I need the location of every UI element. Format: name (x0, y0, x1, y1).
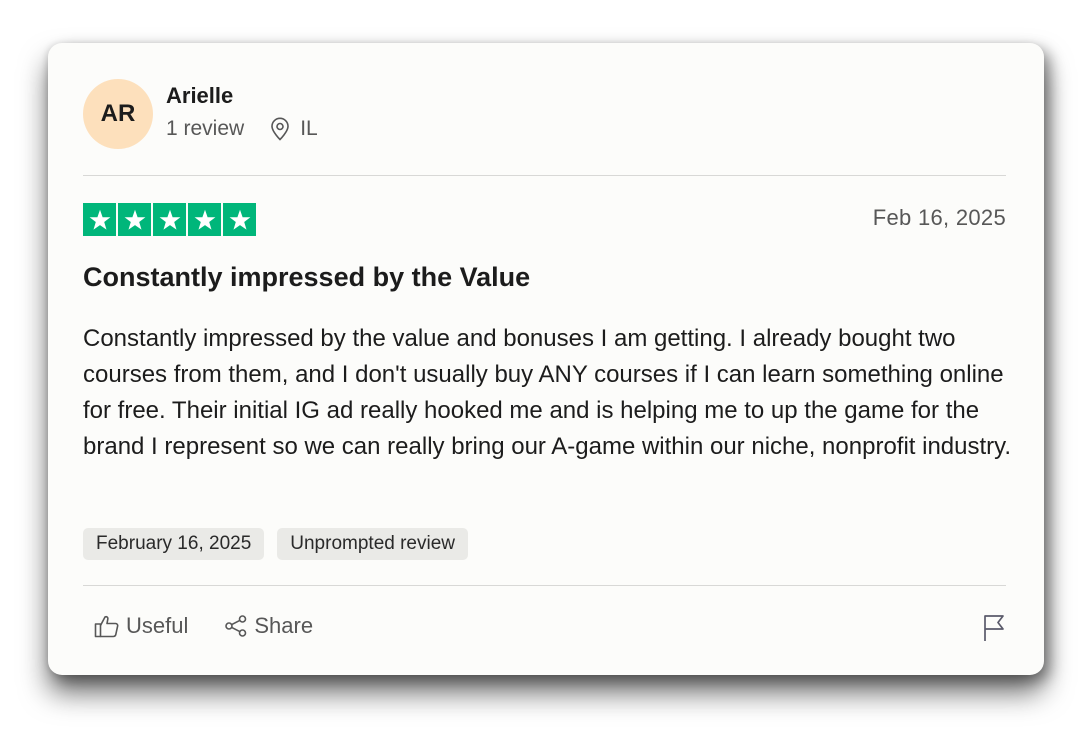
review-actions: Useful Share (94, 613, 349, 639)
review-body: Constantly impressed by the value and bo… (83, 325, 1012, 460)
star-icon (83, 203, 116, 236)
header-divider (83, 175, 1006, 176)
review-date: Feb 16, 2025 (872, 205, 1006, 230)
share-icon (224, 614, 248, 638)
flag-icon (982, 614, 1006, 642)
star-rating (83, 203, 256, 236)
review-count: 1 review (166, 117, 245, 140)
experience-date-tag: February 16, 2025 (83, 528, 265, 560)
share-button[interactable]: Share (224, 613, 313, 639)
review-card: AR Arielle 1 review IL Feb 16, 2025 Cons… (48, 43, 1044, 675)
star-icon (223, 203, 256, 236)
useful-label: Useful (126, 613, 189, 638)
star-icon (188, 203, 221, 236)
reviewer-name[interactable]: Arielle (166, 83, 233, 109)
thumbs-up-icon (94, 614, 120, 638)
avatar[interactable]: AR (83, 79, 153, 149)
review-title[interactable]: Constantly impressed by the Value (83, 262, 530, 293)
footer-divider (83, 585, 1006, 586)
reviewer-location: IL (300, 117, 318, 140)
share-label: Share (254, 613, 314, 638)
star-icon (118, 203, 151, 236)
location-pin-icon (270, 117, 290, 141)
report-flag-button[interactable] (982, 614, 1006, 647)
star-icon (153, 203, 186, 236)
review-tags: February 16, 2025 Unprompted review (83, 528, 469, 560)
reviewer-meta: 1 review IL (166, 117, 318, 141)
review-type-tag[interactable]: Unprompted review (277, 528, 469, 560)
useful-button[interactable]: Useful (94, 613, 188, 639)
